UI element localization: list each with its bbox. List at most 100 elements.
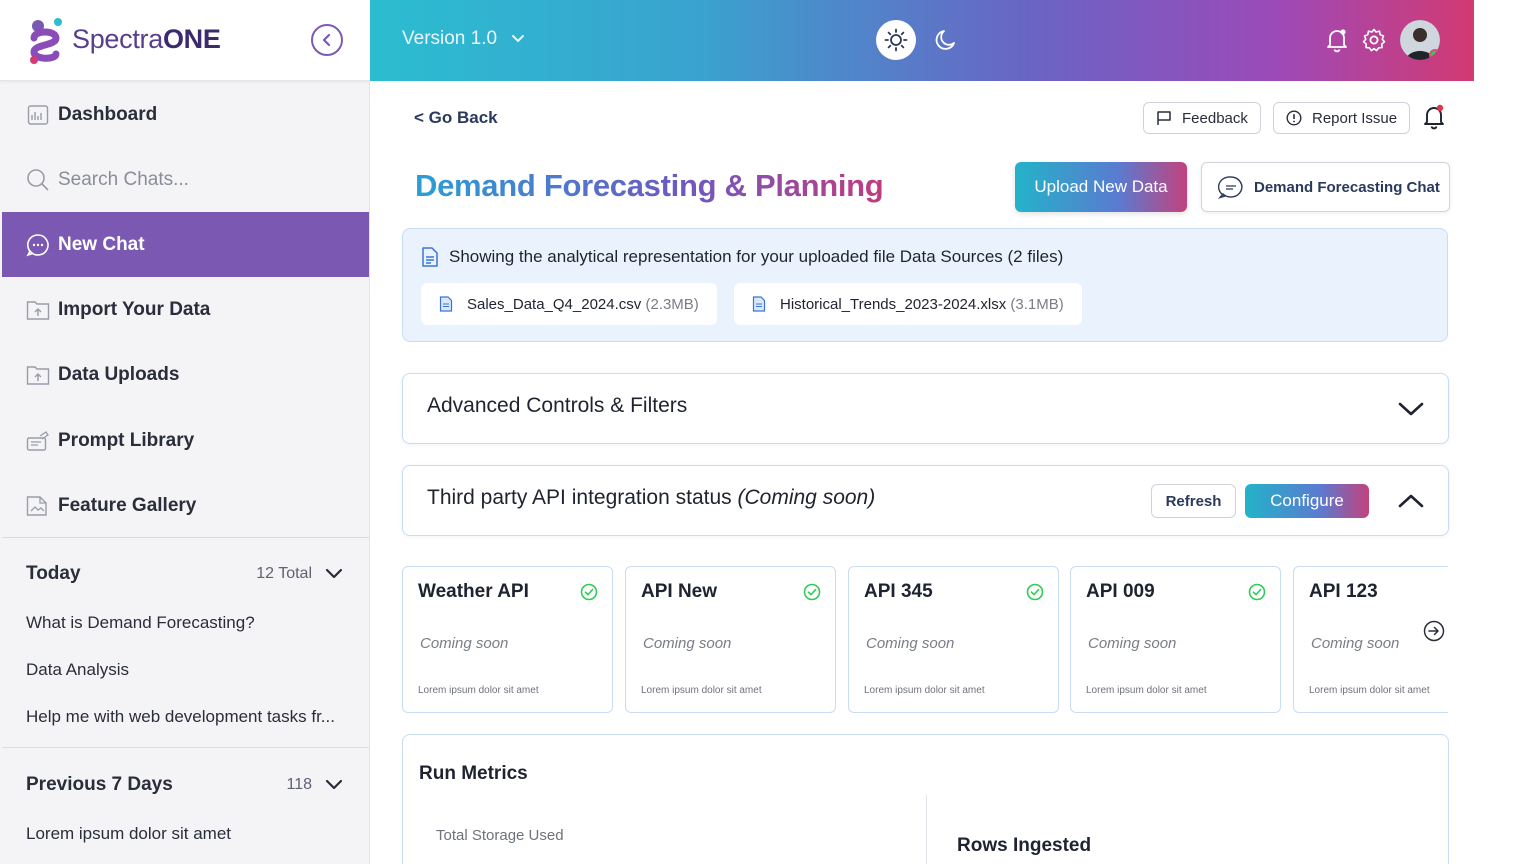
upload-new-data-button[interactable]: Upload New Data — [1015, 162, 1187, 212]
chat-bubble-icon — [26, 233, 50, 257]
api-card[interactable]: Weather API Coming soon Lorem ipsum dolo… — [402, 566, 613, 713]
previous-section-header[interactable]: Previous 7 Days 118 — [26, 774, 344, 796]
api-integration-title: Third party API integration status (Comi… — [427, 486, 876, 509]
api-card-description: Lorem ipsum dolor sit amet — [641, 685, 762, 696]
sidebar-item-label: Prompt Library — [58, 429, 195, 451]
api-card-name: API 345 — [864, 581, 933, 602]
folder-upload-icon — [26, 363, 50, 387]
today-count-text: 12 Total — [256, 565, 312, 582]
brand-name: SpectraONE — [72, 24, 221, 54]
user-avatar[interactable] — [1400, 20, 1440, 60]
spectra-logo-icon — [30, 18, 62, 64]
chevron-down-icon[interactable] — [324, 778, 344, 792]
scroll-right-arrow-icon[interactable] — [1423, 620, 1445, 642]
api-card-name: API 009 — [1086, 581, 1155, 602]
app-root: SpectraONE Dashboard Search Chats... New… — [0, 0, 1536, 864]
api-card-description: Lorem ipsum dolor sit amet — [864, 685, 985, 696]
sidebar-item-new-chat[interactable]: New Chat — [2, 212, 369, 277]
advanced-controls-title: Advanced Controls & Filters — [427, 394, 688, 417]
page-title: Demand Forecasting & Planning — [415, 168, 884, 203]
chevron-left-icon — [322, 33, 331, 47]
version-label: Version 1.0 — [402, 28, 498, 49]
chat-history-item[interactable]: Data Analysis — [26, 660, 129, 680]
configure-button[interactable]: Configure — [1245, 484, 1369, 518]
today-title: Today — [26, 563, 81, 584]
sidebar-item-dashboard[interactable]: Dashboard — [2, 82, 369, 147]
sidebar-item-import-data[interactable]: Import Your Data — [2, 277, 369, 342]
sidebar-divider — [2, 747, 369, 748]
file-icon — [439, 296, 453, 312]
sidebar-item-label: Import Your Data — [58, 298, 211, 320]
sun-icon — [884, 28, 908, 52]
search-chats-input[interactable]: Search Chats... — [2, 147, 369, 212]
previous-count-text: 118 — [286, 776, 312, 793]
sidebar-item-data-uploads[interactable]: Data Uploads — [2, 342, 369, 407]
chevron-down-icon — [1398, 402, 1424, 416]
rows-ingested-label: Rows Ingested — [957, 835, 1092, 856]
metrics-divider — [926, 795, 927, 864]
prompt-library-icon — [26, 429, 50, 453]
report-issue-button[interactable]: Report Issue — [1273, 102, 1411, 134]
run-metrics-title: Run Metrics — [419, 763, 528, 784]
sidebar-item-prompt-library[interactable]: Prompt Library — [2, 408, 369, 473]
file-name: Sales_Data_Q4_2024.csv (2.3MB) — [467, 295, 699, 313]
chat-button-label: Demand Forecasting Chat — [1254, 178, 1440, 196]
api-card[interactable]: API 009 Coming soon Lorem ipsum dolor si… — [1070, 566, 1281, 713]
api-card-status: Coming soon — [643, 635, 732, 652]
api-card-description: Lorem ipsum dolor sit amet — [1309, 685, 1430, 696]
file-name: Historical_Trends_2023-2024.xlsx (3.1MB) — [780, 295, 1064, 313]
sidebar-divider — [2, 537, 369, 538]
api-card[interactable]: API 345 Coming soon Lorem ipsum dolor si… — [848, 566, 1059, 713]
chat-bubble-icon — [1218, 176, 1243, 199]
sidebar-item-feature-gallery[interactable]: Feature Gallery — [2, 473, 369, 538]
go-back-link[interactable]: < Go Back — [414, 108, 498, 128]
collapse-toggle[interactable] — [1394, 484, 1428, 518]
api-integration-panel: Third party API integration status (Comi… — [402, 465, 1449, 536]
demand-forecasting-chat-button[interactable]: Demand Forecasting Chat — [1201, 162, 1450, 212]
feedback-label: Feedback — [1182, 109, 1248, 127]
advanced-controls-panel[interactable]: Advanced Controls & Filters — [402, 373, 1449, 444]
document-icon — [422, 247, 438, 267]
gear-icon[interactable] — [1361, 27, 1387, 53]
bell-icon[interactable] — [1323, 26, 1351, 54]
api-card-name: API 123 — [1309, 581, 1378, 602]
collapse-sidebar-button[interactable] — [311, 24, 343, 56]
file-chip[interactable]: Historical_Trends_2023-2024.xlsx (3.1MB) — [734, 283, 1082, 325]
api-card-description: Lorem ipsum dolor sit amet — [1086, 685, 1207, 696]
version-dropdown[interactable]: Version 1.0 — [402, 28, 525, 50]
api-cards-row: Weather API Coming soon Lorem ipsum dolo… — [402, 566, 1448, 713]
sidebar: SpectraONE Dashboard Search Chats... New… — [0, 0, 370, 864]
chevron-up-icon — [1398, 494, 1424, 508]
chevron-down-icon[interactable] — [324, 567, 344, 581]
search-icon — [26, 168, 50, 192]
report-issue-label: Report Issue — [1312, 109, 1398, 127]
top-bar: Version 1.0 — [370, 0, 1474, 81]
feedback-button[interactable]: Feedback — [1143, 102, 1261, 134]
light-theme-button[interactable] — [876, 20, 916, 60]
dark-theme-button[interactable] — [932, 26, 960, 54]
check-circle-icon — [1026, 583, 1044, 601]
search-placeholder: Search Chats... — [58, 168, 189, 190]
expand-toggle[interactable] — [1394, 392, 1428, 426]
moon-icon — [935, 30, 955, 50]
api-card-description: Lorem ipsum dolor sit amet — [418, 685, 539, 696]
chat-history-item[interactable]: Lorem ipsum dolor sit amet — [26, 824, 231, 844]
sidebar-item-label: Feature Gallery — [58, 494, 197, 516]
check-circle-icon — [1248, 583, 1266, 601]
total-storage-label: Total Storage Used — [436, 827, 564, 844]
api-card-status: Coming soon — [420, 635, 509, 652]
notification-bell-icon[interactable] — [1421, 103, 1447, 131]
run-metrics-panel: Run Metrics Total Storage Used Rows Inge… — [402, 734, 1449, 864]
refresh-button[interactable]: Refresh — [1151, 484, 1236, 518]
today-section-header[interactable]: Today 12 Total — [26, 563, 344, 585]
chat-history-item[interactable]: Help me with web development tasks fr... — [26, 707, 335, 727]
flag-icon — [1157, 111, 1171, 125]
api-card[interactable]: API New Coming soon Lorem ipsum dolor si… — [625, 566, 836, 713]
file-chip[interactable]: Sales_Data_Q4_2024.csv (2.3MB) — [421, 283, 717, 325]
gallery-icon — [26, 494, 50, 518]
previous-title: Previous 7 Days — [26, 774, 173, 795]
today-count: 12 Total — [256, 565, 344, 583]
sidebar-item-label: Data Uploads — [58, 363, 180, 385]
chat-history-item[interactable]: What is Demand Forecasting? — [26, 613, 255, 633]
folder-upload-icon — [26, 298, 50, 322]
